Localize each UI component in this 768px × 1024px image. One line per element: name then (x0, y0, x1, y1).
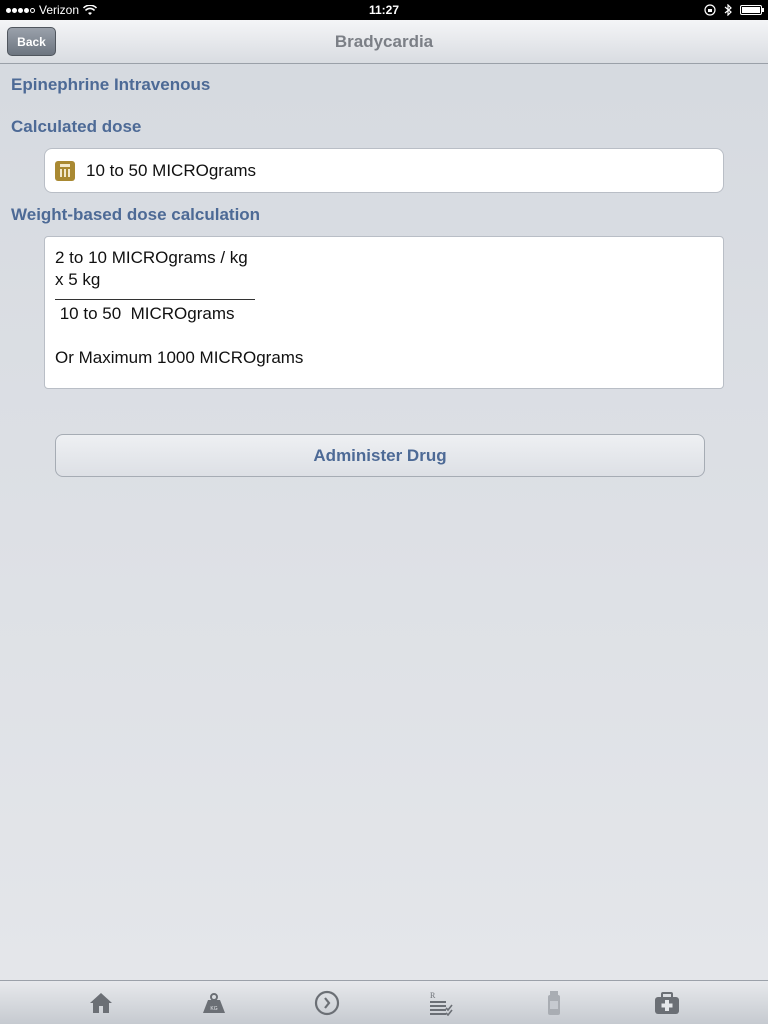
tab-home[interactable] (76, 983, 126, 1023)
svg-text:KG: KG (210, 1006, 217, 1012)
main-content: Epinephrine Intravenous Calculated dose … (0, 65, 768, 980)
weight-icon: KG (202, 992, 225, 1013)
back-button[interactable]: Back (7, 27, 56, 56)
calc-divider (55, 299, 255, 300)
calc-maximum: Or Maximum 1000 MICROgrams (55, 348, 304, 367)
carrier-name: Verizon (39, 3, 80, 17)
drug-name: Epinephrine Intravenous (11, 75, 211, 94)
home-icon (89, 992, 112, 1013)
bluetooth-icon (724, 4, 732, 16)
timer-icon (315, 990, 340, 1015)
calculated-dose-value: 10 to 50 MICROgrams (86, 160, 257, 180)
orientation-lock-icon (704, 4, 716, 16)
tab-weight[interactable]: KG (189, 983, 239, 1023)
weight-calc-box: 2 to 10 MICROgrams / kg x 5 kg 10 to 50 … (44, 236, 724, 389)
tab-bar: KG R (0, 980, 768, 1024)
weight-calc-label: Weight-based dose calculation (11, 205, 261, 224)
status-right (462, 4, 764, 16)
tab-prescriptions[interactable]: R (416, 983, 466, 1023)
calc-result: 10 to 50 MICROgrams (55, 304, 235, 323)
vial-icon (547, 990, 560, 1015)
status-left: Verizon (6, 3, 306, 17)
calc-spacer (55, 325, 713, 347)
tab-vial[interactable] (529, 983, 579, 1023)
calculated-dose-label: Calculated dose (11, 117, 142, 136)
tab-timer[interactable] (302, 983, 352, 1023)
status-time: 11:27 (368, 3, 400, 17)
administer-drug-button[interactable]: Administer Drug (55, 434, 705, 477)
svg-text:R: R (430, 991, 436, 1000)
wifi-icon (83, 4, 98, 15)
medical-kit-icon (655, 991, 680, 1014)
tab-medical-kit[interactable] (642, 983, 692, 1023)
calc-dose-per-kg: 2 to 10 MICROgrams / kg (55, 248, 248, 267)
battery-icon (740, 5, 764, 15)
calculator-icon (55, 160, 75, 181)
prescription-list-icon: R (429, 991, 453, 1016)
page-title: Bradycardia (334, 31, 434, 51)
signal-strength-icon (6, 7, 35, 13)
status-bar: Verizon 11:27 (0, 0, 768, 20)
navigation-bar: Back Bradycardia (0, 20, 768, 64)
calc-weight: x 5 kg (55, 270, 101, 289)
calculated-dose-field: 10 to 50 MICROgrams (44, 148, 724, 193)
